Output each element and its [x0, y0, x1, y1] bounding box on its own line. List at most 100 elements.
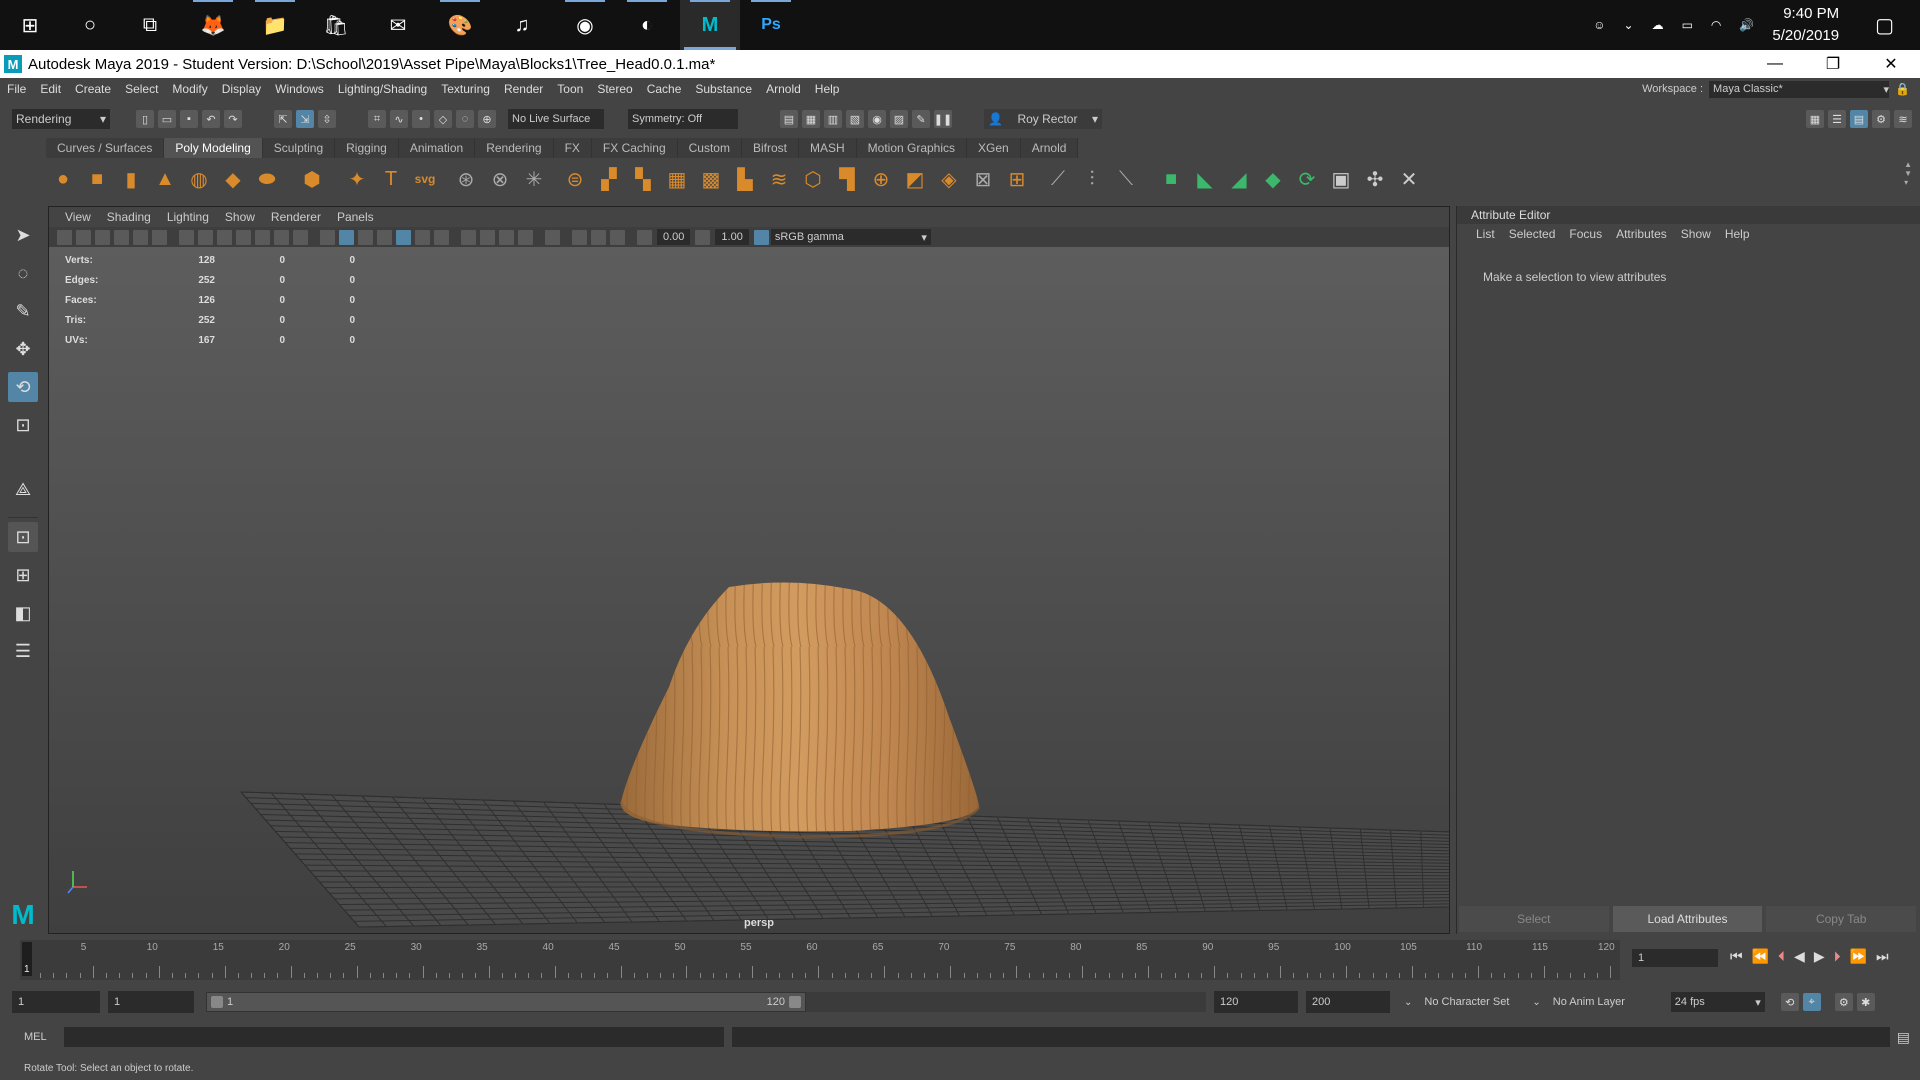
screen-space-ao-icon[interactable]	[461, 229, 476, 245]
vp-menu-show[interactable]: Show	[217, 210, 263, 224]
start-time-field[interactable]: 1	[12, 991, 100, 1013]
connect-icon[interactable]: ◩	[901, 165, 929, 193]
menu-texturing[interactable]: Texturing	[434, 82, 497, 96]
render-frame-icon[interactable]: ▦	[802, 110, 820, 128]
snap-surface-icon[interactable]: ◌	[456, 110, 474, 128]
menu-stereo[interactable]: Stereo	[590, 82, 639, 96]
xray-joints-icon[interactable]	[610, 229, 625, 245]
lock-icon[interactable]: 🔒	[1895, 82, 1910, 96]
snap-view-plane-icon[interactable]: ◇	[434, 110, 452, 128]
tab-xgen[interactable]: XGen	[967, 138, 1021, 158]
automatic-uv-icon[interactable]: ◆	[1259, 165, 1287, 193]
go-to-end-icon[interactable]: ⏭	[1876, 948, 1889, 965]
mel-input[interactable]	[64, 1027, 724, 1047]
animation-preferences-icon[interactable]: ✱	[1856, 993, 1875, 1011]
quad-draw-icon[interactable]: ◈	[935, 165, 963, 193]
copy-tab-button[interactable]: Copy Tab	[1766, 906, 1917, 932]
cylindrical-uv-icon[interactable]: ◣	[1191, 165, 1219, 193]
merge-icon[interactable]: ⬡	[799, 165, 827, 193]
outliner-icon[interactable]: ☰	[8, 636, 38, 666]
gamma-icon[interactable]	[695, 229, 711, 245]
planar-uv-icon[interactable]: ■	[1157, 165, 1185, 193]
grid-toggle-icon[interactable]	[179, 229, 194, 245]
mel-label[interactable]: MEL	[24, 1031, 64, 1043]
tab-custom[interactable]: Custom	[677, 138, 742, 158]
gate-mask-icon[interactable]	[236, 229, 251, 245]
volume-icon[interactable]: 🔊	[1739, 18, 1754, 32]
ae-menu-focus[interactable]: Focus	[1562, 227, 1609, 241]
layer-editor-icon[interactable]: ≋	[1894, 110, 1912, 128]
script-editor-icon[interactable]: ▤	[1897, 1029, 1910, 1046]
photoshop-icon[interactable]: Ps	[741, 0, 801, 50]
range-slider[interactable]: 1 120	[206, 992, 806, 1012]
channel-box-icon[interactable]: ☰	[1828, 110, 1846, 128]
live-surface-field[interactable]: No Live Surface	[508, 109, 604, 129]
poly-sphere-icon[interactable]: ●	[49, 165, 77, 193]
smooth-shade-icon[interactable]	[339, 229, 354, 245]
tab-mash[interactable]: MASH	[798, 138, 857, 158]
action-center-icon[interactable]: ▢	[1875, 13, 1894, 38]
save-scene-icon[interactable]: ▪	[180, 110, 198, 128]
firefox-icon[interactable]: 🦊	[183, 0, 243, 50]
rotate-tool-icon[interactable]: ⟲	[8, 372, 38, 402]
play-backwards-icon[interactable]: ◀	[1794, 948, 1805, 965]
uv-editor-icon[interactable]: ▣	[1327, 165, 1355, 193]
step-back-key-icon[interactable]: ⏪	[1752, 948, 1769, 965]
github-icon[interactable]: ◐	[617, 0, 677, 50]
range-handle-left[interactable]	[211, 996, 223, 1008]
menu-file[interactable]: File	[0, 82, 33, 96]
menu-create[interactable]: Create	[68, 82, 118, 96]
image-plane-icon[interactable]	[114, 229, 129, 245]
itunes-icon[interactable]: ♫	[492, 0, 552, 50]
tab-curves-surfaces[interactable]: Curves / Surfaces	[46, 138, 165, 158]
poly-cone-icon[interactable]: ▲	[151, 165, 179, 193]
symmetry-dropdown[interactable]: Symmetry: Off	[628, 109, 738, 129]
unfold-uv-icon[interactable]: ⟳	[1293, 165, 1321, 193]
light-editor-icon[interactable]: ✎	[912, 110, 930, 128]
offset-edge-loop-icon[interactable]: ⫶	[1078, 165, 1106, 193]
lasso-tool-icon[interactable]: ◌	[8, 258, 38, 288]
store-icon[interactable]: 🛍	[306, 0, 366, 50]
ae-menu-help[interactable]: Help	[1718, 227, 1757, 241]
vp-menu-panels[interactable]: Panels	[329, 210, 382, 224]
tab-arnold[interactable]: Arnold	[1020, 138, 1079, 158]
close-button[interactable]: ✕	[1862, 50, 1920, 78]
bridge-icon[interactable]: ⊜	[561, 165, 589, 193]
triangulate-icon[interactable]: ⊞	[1003, 165, 1031, 193]
current-frame-field[interactable]: 1	[1632, 949, 1718, 967]
vp-menu-view[interactable]: View	[57, 210, 99, 224]
tab-poly-modeling[interactable]: Poly Modeling	[164, 138, 263, 158]
undo-icon[interactable]: ↶	[202, 110, 220, 128]
playback-start-field[interactable]: 1	[108, 991, 194, 1013]
snap-curve-icon[interactable]: ∿	[390, 110, 408, 128]
anim-layer-icon[interactable]: ⌄	[1532, 997, 1540, 1008]
menu-modify[interactable]: Modify	[165, 82, 214, 96]
go-to-start-icon[interactable]: ⏮	[1730, 948, 1743, 965]
render-settings-icon[interactable]: ▧	[846, 110, 864, 128]
tab-rigging[interactable]: Rigging	[335, 138, 399, 158]
exposure-field[interactable]: 0.00	[657, 229, 691, 245]
platonic-solid-icon[interactable]: ⬢	[298, 165, 326, 193]
clock[interactable]: 9:40 PM 5/20/2019	[1772, 3, 1839, 47]
xray-active-icon[interactable]	[591, 229, 606, 245]
xray-icon[interactable]	[572, 229, 587, 245]
select-component-icon[interactable]: ⇳	[318, 110, 336, 128]
user-account-dropdown[interactable]: 👤 Roy Rector ▾	[984, 109, 1102, 129]
anim-prefs-icon[interactable]: ⚙	[1834, 993, 1853, 1011]
poly-plane-icon[interactable]: ◆	[219, 165, 247, 193]
minimize-button[interactable]: —	[1746, 50, 1804, 78]
ipr-render-icon[interactable]: ▥	[824, 110, 842, 128]
spherical-uv-icon[interactable]: ◢	[1225, 165, 1253, 193]
type-tool-icon[interactable]: T	[377, 165, 405, 193]
anim-layer-dropdown[interactable]: No Anim Layer	[1546, 991, 1657, 1013]
playback-end-field[interactable]: 120	[1214, 991, 1298, 1013]
menu-cache[interactable]: Cache	[640, 82, 689, 96]
multisample-aa-icon[interactable]	[499, 229, 514, 245]
menu-select[interactable]: Select	[118, 82, 165, 96]
onedrive-icon[interactable]: ☁	[1652, 18, 1664, 32]
slide-edge-icon[interactable]: ⟍	[1112, 165, 1140, 193]
paint-icon[interactable]: 🎨	[430, 0, 490, 50]
ae-select-button[interactable]: Select	[1459, 906, 1609, 932]
ae-menu-attributes[interactable]: Attributes	[1609, 227, 1674, 241]
bookmarks-icon[interactable]	[95, 229, 110, 245]
